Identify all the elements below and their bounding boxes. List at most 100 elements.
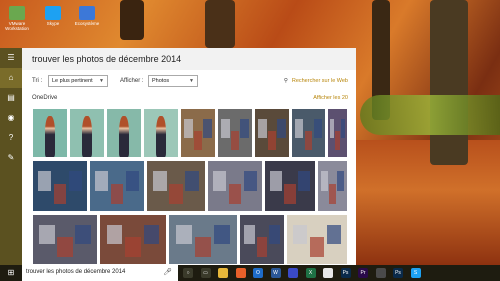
web-search-link[interactable]: ⚲ Rechercher sur le Web <box>284 78 348 84</box>
desktop-icon-ecosysteme[interactable]: Ecosystème <box>72 6 102 26</box>
taskbar-search-box[interactable]: trouver les photos de décembre 2014 🎤︎ <box>22 265 178 281</box>
search-results-panel: trouver les photos de décembre 2014 Tri … <box>22 48 356 265</box>
photo-object <box>284 183 296 204</box>
show-all-link[interactable]: Afficher les 20 <box>313 95 348 101</box>
photo-object <box>213 171 227 191</box>
help-icon[interactable]: ? <box>0 128 22 148</box>
desktop-icon-label: Skype <box>46 21 60 26</box>
photo-thumbnail[interactable] <box>327 108 348 158</box>
feedback-icon[interactable]: ✎ <box>0 148 22 168</box>
photo-object <box>295 118 304 138</box>
photo-object <box>337 171 345 191</box>
taskbar: ⊞ trouver les photos de décembre 2014 🎤︎… <box>0 265 500 281</box>
sort-value: Le plus pertinent <box>52 78 93 84</box>
file-explorer-icon[interactable] <box>218 268 228 278</box>
photo-thumbnail[interactable] <box>207 160 263 212</box>
photo-object <box>304 130 313 150</box>
person-figure <box>118 116 130 157</box>
desktop-icon-label: VMware Workstation <box>5 21 29 31</box>
panel-header: trouver les photos de décembre 2014 <box>22 48 356 70</box>
folder-icon <box>79 6 95 20</box>
photo-thumbnail[interactable] <box>143 108 179 158</box>
wallpaper-trunk <box>205 0 235 48</box>
photo-object <box>244 224 255 245</box>
skype-icon[interactable]: S <box>410 268 421 278</box>
firefox-icon[interactable] <box>235 268 246 278</box>
task-view-icon[interactable]: ▭ <box>200 268 211 278</box>
filter-value: Photos <box>152 78 170 84</box>
photo-thumbnail[interactable] <box>89 160 145 212</box>
vmware-icon <box>9 6 25 20</box>
photoshop-icon[interactable]: Ps <box>340 268 351 278</box>
photo-object <box>152 171 167 191</box>
photo-thumbnail[interactable] <box>32 160 88 212</box>
photo-thumbnail[interactable] <box>32 108 68 158</box>
microphone-icon[interactable]: 🎤︎ <box>163 268 172 276</box>
photo-thumbnail[interactable] <box>168 214 238 265</box>
wallpaper-trunk <box>120 0 144 40</box>
filter-bar: Tri : Le plus pertinent ▼ Afficher : Pho… <box>22 75 356 89</box>
photo-thumbnail[interactable] <box>254 108 290 158</box>
menu-icon[interactable]: ☰ <box>0 48 22 68</box>
photo-object <box>230 130 240 150</box>
photo-object <box>270 171 282 191</box>
photo-object <box>326 224 341 245</box>
photo-object <box>38 171 52 191</box>
photo-thumbnail[interactable] <box>291 108 326 158</box>
photo-object <box>313 118 322 138</box>
photoshop-2-icon[interactable]: Ps <box>393 268 403 278</box>
sort-dropdown[interactable]: Le plus pertinent ▼ <box>48 75 108 87</box>
photo-object <box>221 118 230 138</box>
photo-object <box>298 171 310 191</box>
desktop-icon-skype[interactable]: Skype <box>38 6 68 26</box>
photo-object <box>125 171 139 191</box>
photo-thumbnail[interactable] <box>99 214 167 265</box>
photo-object <box>329 118 335 138</box>
photo-object <box>184 118 193 138</box>
sort-label: Tri : <box>32 78 43 84</box>
photo-thumbnail[interactable] <box>317 160 348 212</box>
photo-thumbnail[interactable] <box>69 108 105 158</box>
photo-thumbnail[interactable] <box>180 108 216 158</box>
skype-icon <box>45 6 61 20</box>
calculator-icon[interactable] <box>375 268 386 278</box>
filter-dropdown[interactable]: Photos ▼ <box>148 75 198 87</box>
start-button[interactable]: ⊞ <box>0 265 22 281</box>
location-icon[interactable]: ◉ <box>0 108 22 128</box>
photo-object <box>53 183 67 204</box>
word-icon[interactable]: W <box>270 268 281 278</box>
photo-object <box>95 171 109 191</box>
photo-thumbnail[interactable] <box>264 160 316 212</box>
home-icon[interactable]: ⌂ <box>0 68 22 88</box>
photo-object <box>143 224 160 245</box>
notebook-icon[interactable]: ▤ <box>0 88 22 108</box>
photo-object <box>125 237 141 257</box>
photo-object <box>39 224 55 245</box>
photo-object <box>68 171 82 191</box>
photo-thumbnail[interactable] <box>286 214 348 265</box>
photo-thumbnail[interactable] <box>106 108 142 158</box>
photo-thumbnail[interactable] <box>32 214 98 265</box>
outlook-icon[interactable]: O <box>253 268 263 278</box>
firefox-2-icon[interactable] <box>288 268 298 278</box>
person-figure <box>44 116 56 157</box>
photo-thumbnail[interactable] <box>239 214 285 265</box>
photo-object <box>175 224 193 245</box>
store-icon[interactable] <box>323 268 333 278</box>
photo-thumbnail[interactable] <box>217 108 253 158</box>
photo-grid <box>32 108 348 265</box>
photo-object <box>57 237 73 257</box>
excel-icon[interactable]: X <box>305 268 316 278</box>
person-figure <box>81 116 93 157</box>
premiere-icon[interactable]: Pr <box>358 268 368 278</box>
photo-object <box>309 237 325 257</box>
photo-thumbnail[interactable] <box>146 160 206 212</box>
desktop-icon-vmware[interactable]: VMware Workstation <box>2 6 32 31</box>
cortana-icon[interactable]: ○ <box>183 268 193 278</box>
photo-object <box>185 171 200 191</box>
photo-object <box>267 130 277 150</box>
photo-object <box>240 118 249 138</box>
photo-object <box>335 130 340 150</box>
wallpaper-grass <box>360 95 500 135</box>
photo-object <box>193 130 203 150</box>
